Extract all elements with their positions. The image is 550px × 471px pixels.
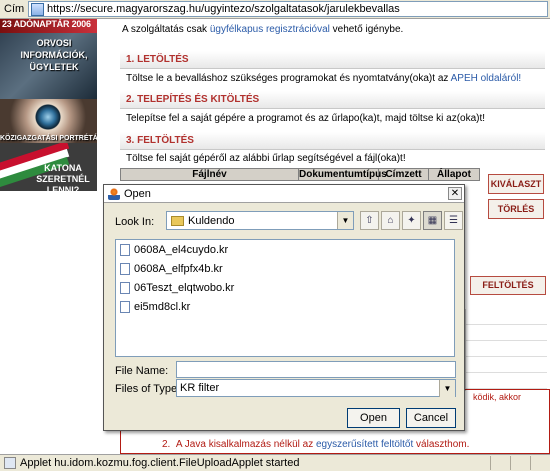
file-name-input[interactable]	[176, 361, 456, 378]
file-icon	[120, 262, 130, 275]
address-label: Cím	[4, 3, 25, 15]
open-dialog: Open ✕ Look In: Kuldendo ▼ ⇧ ⌂ ✦ ▦ ☰ 060…	[103, 184, 465, 431]
col-doctype[interactable]: Dokumentumtípus	[299, 169, 387, 180]
file-icon	[120, 300, 130, 313]
banner-medical[interactable]: 23 ADÓNAPTÁR 2006 ORVOSI INFORMÁCIÓK, ÜG…	[0, 19, 97, 99]
section-install-text: Telepítse fel a saját gépére a programot…	[126, 113, 486, 124]
simple-uploader-link[interactable]: egyszerűsített feltöltőt	[316, 439, 413, 450]
java-icon	[108, 187, 120, 200]
chevron-down-icon[interactable]: ▼	[439, 380, 455, 397]
apeh-link[interactable]: APEH oldaláról!	[451, 73, 522, 84]
up-folder-icon[interactable]: ⇧	[360, 211, 379, 230]
col-filename[interactable]: Fájlnév	[121, 169, 299, 180]
banner-medical-text: ORVOSI INFORMÁCIÓK, ÜGYLETEK	[20, 38, 88, 72]
address-bar: Cím https://secure.magyarorszag.hu/ugyin…	[0, 0, 550, 19]
files-of-type-combo[interactable]: KR filter ▼	[176, 379, 456, 397]
file-item[interactable]: 06Teszt_elqtwobo.kr	[116, 278, 454, 297]
upload-button[interactable]: FELTÖLTÉS	[470, 276, 546, 295]
chevron-down-icon[interactable]: ▼	[337, 212, 353, 229]
files-of-type-label: Files of Type:	[115, 383, 181, 395]
banner-army-text: KATONA SZERETNÉL LENNI?	[36, 163, 90, 191]
new-folder-icon[interactable]: ✦	[402, 211, 421, 230]
open-button[interactable]: Open	[347, 408, 400, 428]
banner-portraits[interactable]: KÖZIGAZGATÁSI PORTRÉTÁR	[0, 99, 97, 143]
home-folder-icon[interactable]: ⌂	[381, 211, 400, 230]
page-icon	[31, 2, 44, 16]
file-icon	[120, 281, 130, 294]
files-table-header: Fájlnév Dokumentumtípus Címzett Állapot	[120, 168, 480, 181]
banner-portraits-text: KÖZIGAZGATÁSI PORTRÉTÁR	[0, 135, 97, 142]
look-in-value: Kuldendo	[188, 214, 235, 227]
status-bar: Applet hu.idom.kozmu.fog.client.FileUplo…	[0, 454, 550, 471]
section-download-header: 1. LETÖLTÉS	[120, 51, 545, 69]
dialog-titlebar[interactable]: Open ✕	[104, 185, 464, 203]
right-list-lines	[465, 309, 547, 391]
section-install-header: 2. TELEPÍTÉS ÉS KITÖLTÉS	[120, 91, 545, 109]
list-view-icon[interactable]: ▦	[423, 211, 442, 230]
status-text: Applet hu.idom.kozmu.fog.client.FileUplo…	[20, 457, 300, 469]
folder-icon	[171, 215, 184, 226]
section-upload-header: 3. FELTÖLTÉS	[120, 132, 545, 150]
files-of-type-value: KR filter	[180, 382, 220, 394]
address-field[interactable]: https://secure.magyarorszag.hu/ugyintezo…	[28, 1, 548, 17]
select-button[interactable]: KIVÁLASZT	[488, 174, 544, 194]
dialog-title: Open	[124, 187, 151, 200]
delete-button[interactable]: TÖRLÉS	[488, 199, 544, 219]
notice-right-text: ködik, akkor	[473, 392, 522, 402]
col-recipient[interactable]: Címzett	[379, 169, 429, 180]
left-banners: 23 ADÓNAPTÁR 2006 ORVOSI INFORMÁCIÓK, ÜG…	[0, 19, 97, 454]
details-view-icon[interactable]: ☰	[444, 211, 463, 230]
file-item[interactable]: ei5md8cl.kr	[116, 297, 454, 316]
cancel-button[interactable]: Cancel	[406, 408, 456, 428]
file-list[interactable]: 0608A_el4cuydo.kr 0608A_elfpfx4b.kr 06Te…	[115, 239, 455, 357]
col-status[interactable]: Állapot	[429, 169, 479, 180]
notice-line-2: 2. A Java kisalkalmazás nélkül az egysze…	[162, 439, 470, 450]
tax-calendar-tag: 23 ADÓNAPTÁR 2006	[0, 19, 97, 33]
file-icon	[120, 243, 130, 256]
url-text: https://secure.magyarorszag.hu/ugyintezo…	[47, 3, 400, 15]
file-item[interactable]: 0608A_el4cuydo.kr	[116, 240, 454, 259]
status-panes	[490, 456, 550, 470]
section-download-text: Töltse le a bevalláshoz szükséges progra…	[126, 73, 522, 84]
applet-status-icon	[4, 457, 16, 469]
section-upload-text: Töltse fel saját gépéről az alábbi űrlap…	[126, 153, 406, 164]
registration-link[interactable]: ügyfélkapus regisztrációval	[210, 24, 330, 35]
file-name-label: File Name:	[115, 365, 169, 377]
close-icon[interactable]: ✕	[448, 187, 462, 200]
banner-army[interactable]: KATONA SZERETNÉL LENNI?	[0, 143, 97, 191]
look-in-label: Look In:	[115, 216, 155, 228]
file-item[interactable]: 0608A_elfpfx4b.kr	[116, 259, 454, 278]
look-in-combo[interactable]: Kuldendo ▼	[166, 211, 354, 230]
intro-text: A szolgáltatás csak ügyfélkapus regisztr…	[122, 24, 404, 35]
